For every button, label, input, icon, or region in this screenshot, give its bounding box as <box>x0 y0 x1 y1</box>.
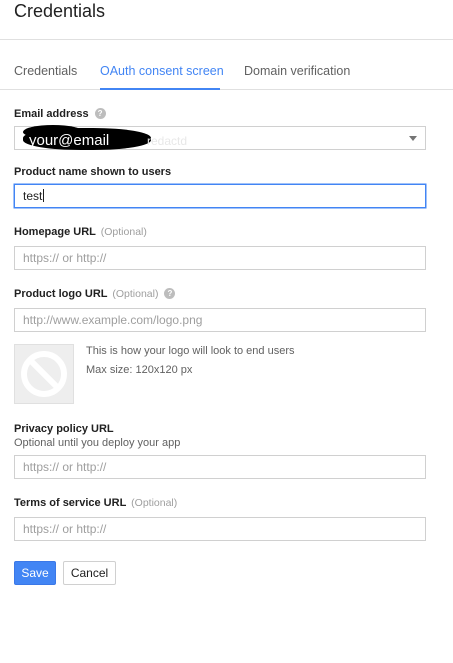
privacy-url-label: Privacy policy URL <box>14 423 114 435</box>
product-name-value: test <box>23 189 43 203</box>
optional-tag: (Optional) <box>100 226 147 238</box>
product-name-label: Product name shown to users <box>14 166 172 178</box>
tab-oauth-consent-screen[interactable]: OAuth consent screen <box>100 64 224 78</box>
logo-max-size-note: Max size: 120x120 px <box>86 364 193 376</box>
active-tab-indicator <box>100 88 220 90</box>
privacy-url-hint: Optional until you deploy your app <box>14 437 181 449</box>
email-select-value: your@email <box>29 132 110 149</box>
title-divider <box>0 39 453 40</box>
logo-preview <box>14 344 74 404</box>
tab-bar: Credentials OAuth consent screen Domain … <box>0 57 453 90</box>
email-select[interactable]: your@email redactd <box>14 125 426 150</box>
tos-url-label: Terms of service URL (Optional) <box>14 497 177 509</box>
tos-url-input[interactable]: https:// or http:// <box>14 517 426 541</box>
privacy-url-input[interactable]: https:// or http:// <box>14 455 426 479</box>
email-select-ghost-text: redactd <box>147 134 188 148</box>
help-icon[interactable]: ? <box>164 287 176 299</box>
text-caret <box>43 189 45 203</box>
cancel-button[interactable]: Cancel <box>63 561 116 585</box>
optional-tag: (Optional) <box>131 497 178 509</box>
page-title: Credentials <box>14 1 106 21</box>
product-name-input[interactable]: test <box>14 184 426 208</box>
optional-tag: (Optional) <box>112 288 159 300</box>
logo-preview-note: This is how your logo will look to end u… <box>86 345 295 357</box>
logo-url-label: Product logo URL (Optional)? <box>14 287 176 300</box>
email-label-text: Email address <box>14 108 89 120</box>
no-image-icon <box>21 351 67 397</box>
chevron-down-icon[interactable] <box>409 136 417 141</box>
logo-url-input[interactable]: http://www.example.com/logo.png <box>14 308 426 332</box>
help-icon[interactable]: ? <box>94 107 106 119</box>
logo-url-label-text: Product logo URL <box>14 288 108 300</box>
tab-credentials[interactable]: Credentials <box>14 64 77 78</box>
homepage-url-input[interactable]: https:// or http:// <box>14 246 426 270</box>
tab-domain-verification[interactable]: Domain verification <box>244 64 350 78</box>
homepage-url-label-text: Homepage URL <box>14 226 96 238</box>
homepage-url-label: Homepage URL (Optional) <box>14 226 147 238</box>
email-label: Email address? <box>14 107 106 120</box>
save-button[interactable]: Save <box>14 561 56 585</box>
tos-url-label-text: Terms of service URL <box>14 497 127 509</box>
